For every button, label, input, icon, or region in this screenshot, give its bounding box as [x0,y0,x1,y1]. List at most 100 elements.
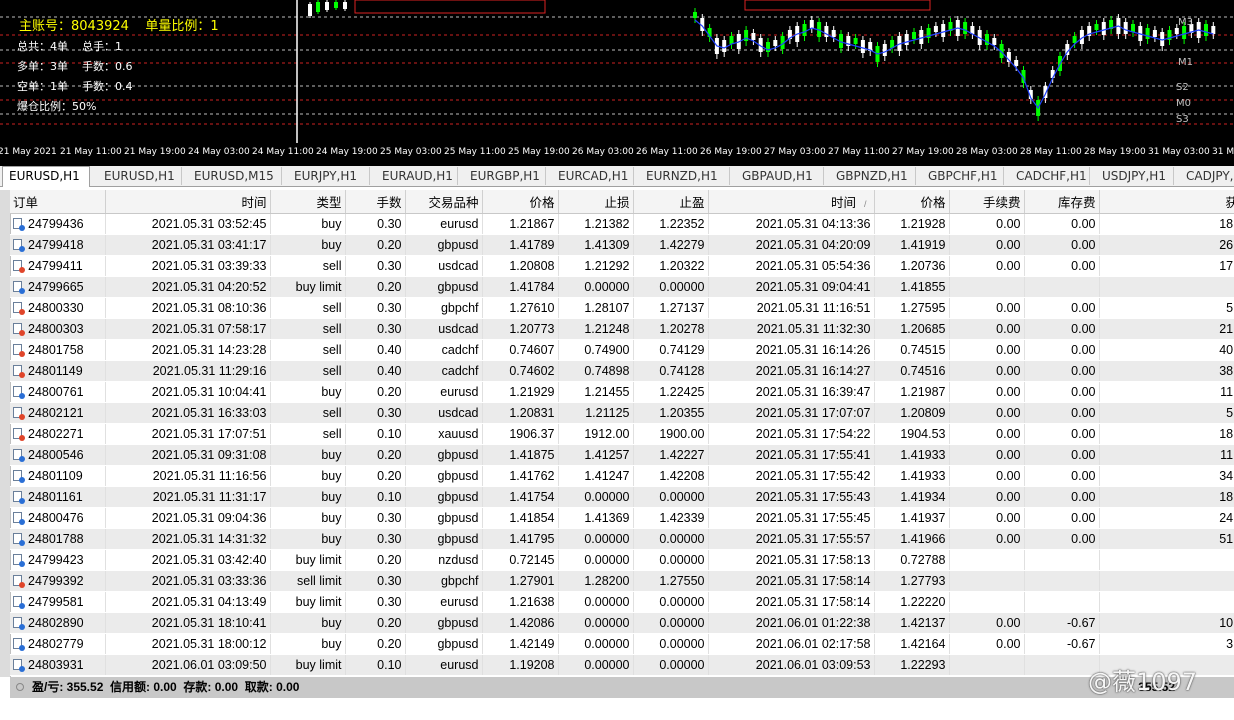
table-row[interactable]: 24801758 2021.05.31 14:23:28 sell 0.40 cadch… [10,339,1234,361]
sell-order-icon [13,323,25,336]
cell-profit: 17.89 [1099,255,1234,277]
table-row[interactable]: 24799665 2021.05.31 04:20:52 buy limit 0.20… [10,276,1234,298]
cell-stop-loss: 1.21455 [558,381,634,403]
cell-close-price: 1.20809 [874,402,950,424]
cell-close-time: 2021.06.01 03:09:53 [708,654,875,676]
table-row[interactable]: 24800330 2021.05.31 08:10:36 sell 0.30 gbpch… [10,297,1234,319]
cell-symbol: xauusd [405,423,483,445]
price-chart[interactable]: 主账号：8043924 单量比例：1 总共：4单 总手：1 多单：3单 手数：0… [0,0,1234,166]
cell-lots: 0.30 [345,297,406,319]
col-header-stop-loss[interactable]: 止损 [558,190,634,214]
cell-close-price: 1.41933 [874,465,950,487]
cell-open-time: 2021.05.31 11:31:17 [105,486,271,508]
cell-symbol: eurusd [405,213,483,235]
candle-body [1152,30,1157,37]
table-row[interactable]: 24799423 2021.05.31 03:42:40 buy limit 0.20… [10,549,1234,571]
table-row[interactable]: 24801161 2021.05.31 11:31:17 buy 0.10 gbpusd… [10,486,1234,508]
table-row[interactable]: 24799411 2021.05.31 03:39:33 sell 0.30 usdca… [10,255,1234,277]
tab-eurusd-h1-active[interactable]: EURUSD,H1 [2,166,90,187]
cell-close-price: 0.74515 [874,339,950,361]
table-row[interactable]: 24803931 2021.06.01 03:09:50 buy limit 0.10… [10,654,1234,676]
buy-order-icon [13,491,25,504]
tab-euraud-h1[interactable]: EURAUD,H1 [370,167,458,185]
table-row[interactable]: 24799581 2021.05.31 04:13:49 buy limit 0.30… [10,591,1234,613]
cell-type: buy limit [270,591,346,613]
cell-type: buy [270,213,346,235]
col-header-open-time[interactable]: 时间 [105,190,271,214]
cell-commission: 0.00 [949,486,1025,508]
tab-gbpchf-h1[interactable]: GBPCHF,H1 [916,167,1004,185]
tab-eurusd-m15[interactable]: EURUSD,M15 [182,167,282,185]
col-header-type[interactable]: 类型 [270,190,346,214]
table-row[interactable]: 24800546 2021.05.31 09:31:08 buy 0.20 gbpusd… [10,444,1234,466]
table-row[interactable]: 24802890 2021.05.31 18:10:41 buy 0.20 gbpusd… [10,612,1234,634]
moving-average-line [694,19,1214,110]
tab-gbpaud-h1[interactable]: GBPAUD,H1 [730,167,824,185]
col-header-commission[interactable]: 手续费 [949,190,1025,214]
cell-take-profit: 0.00000 [633,276,709,298]
tab-cadchf-h1[interactable]: CADCHF,H1 [1004,167,1090,185]
cell-profit: 10.20 [1099,612,1234,634]
time-axis: 21 May 2021 21 May 11:00 21 May 19:00 24 Ma… [0,143,1234,163]
tab-cadjpy-h1[interactable]: CADJPY,H [1174,167,1234,185]
cell-close-price: 0.72788 [874,549,950,571]
cell-order: 24800546 [10,444,106,466]
cell-profit: 18.40 [1099,423,1234,445]
table-row[interactable]: 24799392 2021.05.31 03:33:36 sell limit 0.3… [10,570,1234,592]
order-number: 24801788 [28,532,84,546]
col-header-order[interactable]: 订单 [10,190,106,214]
cell-close-price: 1.22220 [874,591,950,613]
table-row[interactable]: 24801109 2021.05.31 11:16:56 buy 0.20 gbpusd… [10,465,1234,487]
close-time-label: 时间 [830,196,856,210]
order-number: 24801109 [28,469,83,483]
cell-order: 24802271 [10,423,106,445]
table-row[interactable]: 24800303 2021.05.31 07:58:17 sell 0.30 usdca… [10,318,1234,340]
order-number: 24801758 [28,343,84,357]
cell-profit: 11.60 [1099,381,1234,403]
col-header-profit[interactable]: 获利 [1099,190,1234,214]
tab-eurnzd-h1[interactable]: EURNZD,H1 [634,167,730,185]
cell-take-profit: 1.27137 [633,297,709,319]
order-number: 24800476 [28,511,84,525]
table-row[interactable]: 24799418 2021.05.31 03:41:17 buy 0.20 gbpusd… [10,234,1234,256]
table-row[interactable]: 24800476 2021.05.31 09:04:36 buy 0.30 gbpusd… [10,507,1234,529]
col-header-lots[interactable]: 手数 [345,190,406,214]
col-header-swap[interactable]: 库存费 [1024,190,1100,214]
cell-profit: 51.30 [1099,528,1234,550]
cell-order: 24800303 [10,318,106,340]
col-header-symbol[interactable]: 交易品种 [405,190,483,214]
cell-open-price: 1.41795 [482,528,559,550]
cell-commission: 0.00 [949,381,1025,403]
order-number: 24799411 [28,259,83,273]
col-header-close-price[interactable]: 价格 [874,190,950,214]
cell-close-price: 1.21987 [874,381,950,403]
table-row[interactable]: 24802779 2021.05.31 18:00:12 buy 0.20 gbpusd… [10,633,1234,655]
cell-commission: 0.00 [949,360,1025,382]
candle-body [933,26,938,32]
table-row[interactable]: 24799436 2021.05.31 03:52:45 buy 0.30 eurusd… [10,213,1234,235]
chart-tabs: EURUSD,H1 EURUSD,H1 EURUSD,M15 EURJPY,H1… [0,166,1234,187]
cell-profit: 5.00 [1099,297,1234,319]
tab-eurusd-h1[interactable]: EURUSD,H1 [92,167,182,185]
cell-symbol: gbpusd [405,486,483,508]
table-row[interactable]: 24801788 2021.05.31 14:31:32 buy 0.30 gbpusd… [10,528,1234,550]
tab-gbpnzd-h1[interactable]: GBPNZD,H1 [824,167,916,185]
table-row[interactable]: 24800761 2021.05.31 10:04:41 buy 0.20 eurusd… [10,381,1234,403]
col-header-take-profit[interactable]: 止盈 [633,190,709,214]
tab-eurgbp-h1[interactable]: EURGBP,H1 [458,167,546,185]
table-row[interactable]: 24802121 2021.05.31 16:33:03 sell 0.30 usdca… [10,402,1234,424]
table-row[interactable]: 24802271 2021.05.31 17:07:51 sell 0.10 xauus… [10,423,1234,445]
col-header-close-time[interactable]: 时间 / [708,190,875,214]
cell-lots: 0.10 [345,654,406,676]
cell-symbol: gbpusd [405,234,483,256]
col-header-open-price[interactable]: 价格 [482,190,559,214]
cell-close-time: 2021.05.31 16:14:26 [708,339,875,361]
tab-eurcad-h1[interactable]: EURCAD,H1 [546,167,634,185]
table-row[interactable]: 24801149 2021.05.31 11:29:16 sell 0.40 cadch… [10,360,1234,382]
tab-usdjpy-h1[interactable]: USDJPY,H1 [1090,167,1174,185]
tab-eurjpy-h1[interactable]: EURJPY,H1 [282,167,370,185]
cell-symbol: eurusd [405,591,483,613]
cell-open-time: 2021.05.31 11:29:16 [105,360,271,382]
cell-close-price: 1.41919 [874,234,950,256]
candle-body [334,2,338,8]
